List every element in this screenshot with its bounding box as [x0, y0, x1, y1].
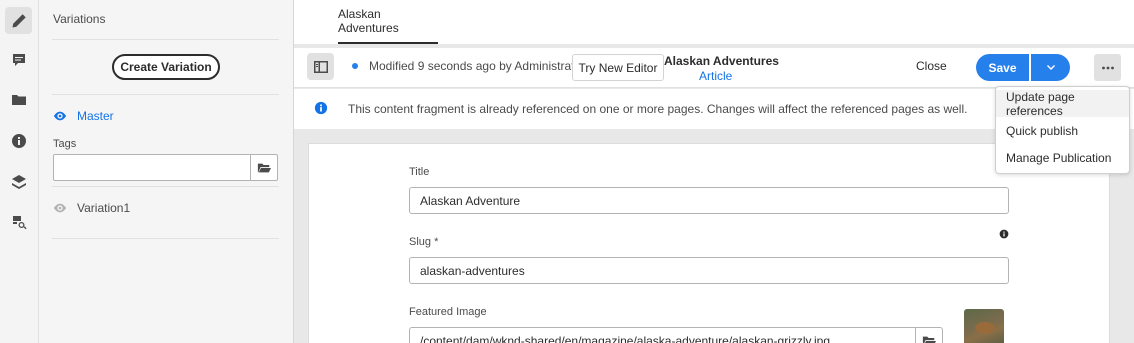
slug-info-icon[interactable] [999, 228, 1009, 239]
modified-status: Modified 9 seconds ago by Administrator [369, 59, 586, 73]
fragment-form: Title Alaskan Adventure Slug * alaskan-a… [308, 143, 1110, 343]
folder-open-icon [257, 163, 271, 172]
tags-input[interactable] [53, 154, 251, 181]
divider [52, 94, 279, 95]
status-dot [352, 63, 358, 69]
close-button[interactable]: Close [916, 59, 947, 73]
featured-image-browse-button[interactable] [916, 327, 943, 343]
title-field[interactable]: Alaskan Adventure [409, 187, 1009, 214]
title-label: Title [409, 166, 430, 178]
reference-info-message: This content fragment is already referen… [348, 102, 968, 116]
eye-icon [53, 203, 67, 213]
toggle-side-panel-button[interactable] [307, 53, 334, 80]
side-panel-icon [313, 60, 328, 73]
more-actions-menu: Update page references Quick publish Man… [995, 86, 1130, 174]
create-variation-button[interactable]: Create Variation [112, 54, 220, 80]
divider [52, 238, 279, 239]
variations-title: Variations [53, 12, 106, 26]
divider [52, 39, 279, 40]
editor-toolbar: Modified 9 seconds ago by Administrator … [294, 48, 1134, 88]
eye-icon [53, 111, 67, 121]
fragment-title: Alaskan Adventures [664, 54, 779, 68]
tab-alaskan-adventures[interactable]: Alaskan Adventures [338, 0, 438, 44]
more-actions-button[interactable] [1094, 54, 1121, 81]
comment-icon[interactable] [5, 46, 32, 73]
divider [52, 186, 279, 187]
search-references-icon[interactable] [5, 209, 32, 236]
featured-image-thumbnail [964, 309, 1004, 343]
menu-item-update-page-references[interactable]: Update page references [996, 90, 1129, 118]
featured-image-label: Featured Image [409, 306, 487, 318]
tags-label: Tags [53, 138, 77, 150]
fragment-model-link[interactable]: Article [699, 69, 732, 83]
save-options-button[interactable] [1031, 54, 1070, 81]
layers-icon[interactable] [5, 168, 32, 195]
variation-1-label: Variation1 [77, 201, 131, 215]
chevron-down-icon [1046, 64, 1055, 70]
menu-item-manage-publication[interactable]: Manage Publication [996, 144, 1129, 171]
icon-rail [0, 0, 39, 343]
variation-master[interactable]: Master [53, 109, 114, 123]
folder-open-icon [922, 336, 936, 343]
variations-panel: Variations Create Variation Master Tags … [39, 0, 294, 343]
info-icon [314, 101, 328, 115]
info-icon[interactable] [5, 127, 32, 154]
slug-label: Slug * [409, 236, 439, 248]
variation-master-label: Master [77, 109, 114, 123]
slug-field[interactable]: alaskan-adventures [409, 257, 1009, 284]
try-new-editor-button[interactable]: Try New Editor [572, 54, 664, 81]
more-icon [1101, 66, 1114, 69]
grizzly-bear-graphic [975, 322, 995, 334]
folder-icon[interactable] [5, 86, 32, 113]
variation-1[interactable]: Variation1 [53, 201, 130, 215]
save-button[interactable]: Save [976, 54, 1029, 81]
pencil-icon[interactable] [5, 7, 32, 34]
menu-item-quick-publish[interactable]: Quick publish [996, 117, 1129, 144]
tags-browse-button[interactable] [251, 154, 278, 181]
featured-image-path-field[interactable]: /content/dam/wknd-shared/en/magazine/ala… [409, 327, 916, 343]
tab-bar: Alaskan Adventures [294, 0, 1134, 44]
